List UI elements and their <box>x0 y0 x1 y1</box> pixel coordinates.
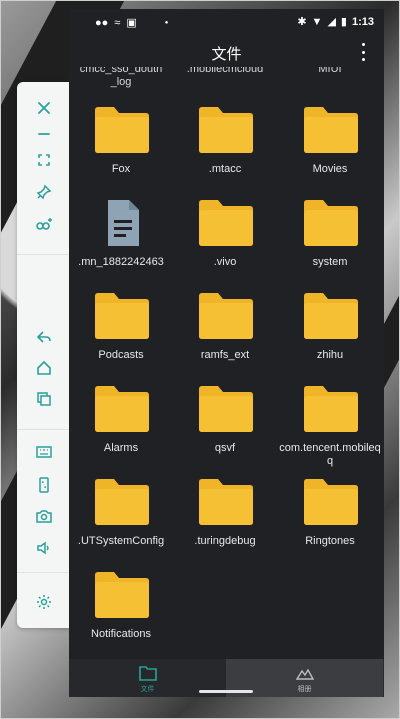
infinity-plus-icon[interactable] <box>17 210 71 238</box>
folder-icon <box>304 386 358 432</box>
more-menu-icon[interactable] <box>356 43 370 61</box>
signal-icon: ◢ <box>327 16 336 28</box>
folder-icon <box>95 386 149 432</box>
item-label: zhihu <box>316 349 344 361</box>
folder-icon <box>199 386 253 432</box>
home-icon[interactable] <box>17 354 71 382</box>
folder-icon <box>95 479 149 525</box>
item-label: qsvf <box>214 442 236 454</box>
mountain-icon <box>296 668 314 680</box>
wifi-icon: ▼ <box>311 16 323 28</box>
item-label: Alarms <box>103 442 139 454</box>
document-icon <box>108 200 139 246</box>
folder-icon <box>304 107 358 153</box>
status-bar: ●● ≈ ▣ ● ✱ ▼ ◢ ▮ 1:13 <box>69 9 384 37</box>
toolbar-divider <box>17 429 71 430</box>
minimize-icon[interactable] <box>17 120 71 148</box>
toolbar-divider <box>17 254 71 255</box>
battery-icon: ▮ <box>340 16 347 28</box>
folder-icon <box>199 293 253 339</box>
folder-icon <box>95 107 149 153</box>
folder-icon <box>199 200 253 246</box>
folder-icon <box>304 479 358 525</box>
item-label: Movies <box>312 163 348 175</box>
bluetooth-icon: ✱ <box>297 16 307 28</box>
home-indicator[interactable] <box>199 690 253 693</box>
close-icon[interactable] <box>17 94 71 122</box>
recents-icon[interactable] <box>17 385 71 413</box>
keyboard-icon[interactable] <box>17 438 71 466</box>
pin-icon[interactable] <box>17 178 71 206</box>
dot-icon: ● <box>164 20 169 26</box>
item-label: .mn_1882242463 <box>78 256 164 268</box>
floating-window-toolbar <box>17 82 71 628</box>
partial-item-label[interactable]: cmcc_sso_douth _log <box>69 67 173 89</box>
item-label: Podcasts <box>98 349 144 361</box>
item-label: ramfs_ext <box>200 349 250 361</box>
settings-icon[interactable] <box>17 588 71 616</box>
fullscreen-icon[interactable] <box>17 146 71 174</box>
partial-item-label[interactable]: .mobilecmcloud <box>173 67 277 76</box>
wechat-icon: ●● <box>95 17 109 29</box>
item-label: system <box>312 256 348 268</box>
item-label: .turingdebug <box>194 535 256 547</box>
item-label: Fox <box>111 163 131 175</box>
file-grid: cmcc_sso_douth _log .mobilecmcloud MIUI … <box>69 67 384 659</box>
folder-icon <box>199 479 253 525</box>
item-label: Notifications <box>91 628 151 640</box>
camera-icon[interactable] <box>17 502 71 530</box>
folder-icon <box>95 572 149 618</box>
folder-icon <box>199 107 253 153</box>
folder-icon <box>139 666 157 681</box>
screenshot-icon[interactable] <box>17 471 71 499</box>
back-icon[interactable] <box>17 323 71 351</box>
item-label: .vivo <box>213 256 237 268</box>
folder-icon <box>95 293 149 339</box>
toolbar-divider <box>17 572 71 573</box>
volume-icon[interactable] <box>17 534 71 562</box>
folder-icon <box>304 293 358 339</box>
item-label: .UTSystemConfig <box>77 535 165 547</box>
app-bar: 文件 <box>69 37 384 67</box>
item-label: Ringtones <box>305 535 355 547</box>
folder-icon <box>304 200 358 246</box>
page-title: 文件 <box>211 46 242 63</box>
status-time: 1:13 <box>351 16 374 28</box>
partial-item-label[interactable]: MIUI <box>278 67 382 76</box>
item-label: com.tencent.mobileqq <box>279 442 381 467</box>
hotspot-icon: ≈ <box>114 17 121 29</box>
file-manager-window: ●● ≈ ▣ ● ✱ ▼ ◢ ▮ 1:13 文件 cmcc_sso_douth … <box>69 9 384 697</box>
item-label: .mtacc <box>208 163 242 175</box>
sim-icon: ▣ <box>126 17 137 29</box>
